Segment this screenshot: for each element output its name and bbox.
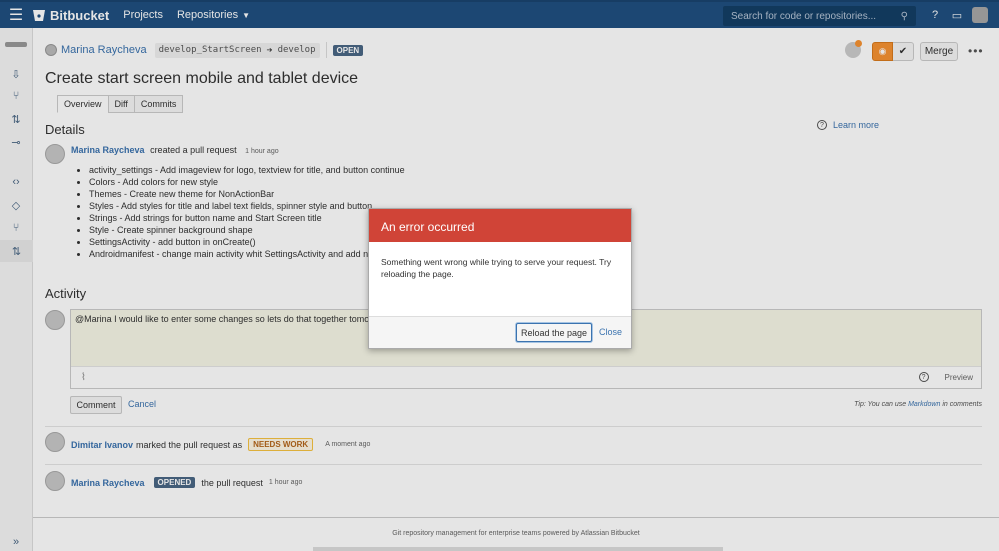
error-dialog: An error occurred Something went wrong w… <box>368 208 632 349</box>
close-link[interactable]: Close <box>599 327 622 337</box>
dialog-title: An error occurred <box>369 209 631 242</box>
dialog-footer: Reload the page Close <box>369 316 631 348</box>
reload-page-button[interactable]: Reload the page <box>516 323 592 342</box>
dialog-message: Something went wrong while trying to ser… <box>381 257 612 279</box>
